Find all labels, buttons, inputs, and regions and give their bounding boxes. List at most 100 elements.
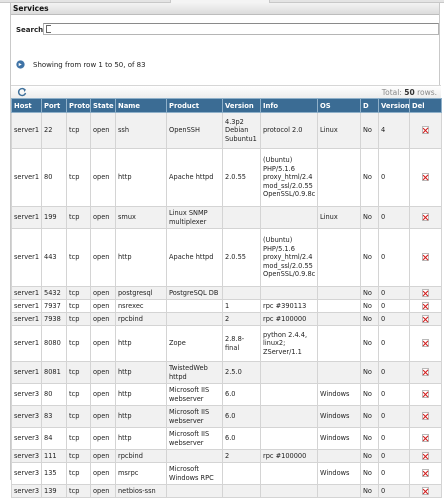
- cell-del: [409, 462, 442, 485]
- col-header-port[interactable]: Port: [41, 98, 67, 113]
- cell-version: 2: [222, 449, 261, 463]
- delete-icon[interactable]: [422, 314, 429, 323]
- total-label: Total:: [381, 88, 402, 97]
- cell-state: open: [90, 112, 116, 149]
- search-input[interactable]: [43, 23, 439, 35]
- delete-icon[interactable]: [422, 126, 429, 135]
- table-row[interactable]: server1 80 tcp open http Apache httpd 2.0.55 (U…: [11, 148, 442, 207]
- col-header-info[interactable]: Info: [260, 98, 318, 113]
- cell-del: [409, 148, 442, 207]
- table-row[interactable]: server1 5432 tcp open postgresql PostgreSQL D…: [11, 286, 442, 300]
- table-row[interactable]: server3 139 tcp open netbios-ssn No 0: [11, 484, 442, 498]
- cell-host: server3: [11, 383, 42, 406]
- table-row[interactable]: server3 84 tcp open http Microsoft IIS webser…: [11, 427, 442, 450]
- cell-port: 7937: [41, 299, 67, 313]
- delete-icon[interactable]: [422, 301, 429, 310]
- cell-os: Windows: [317, 383, 361, 406]
- cell-os: Linux: [317, 206, 361, 229]
- table-row[interactable]: server1 199 tcp open smux Linux SNMP multiple…: [11, 206, 442, 229]
- cell-del: [409, 383, 442, 406]
- table-row[interactable]: server1 7938 tcp open rpcbind 2 rpc #100000 No 0: [11, 312, 442, 326]
- cell-os: [317, 361, 361, 384]
- cell-info: (Ubuntu) PHP/5.1.6 proxy_html/2.4 mod_ss…: [260, 148, 318, 207]
- cell-del: [409, 361, 442, 384]
- cell-product: Linux SNMP multiplexer: [166, 206, 223, 229]
- col-header-version2[interactable]: Version: [378, 98, 410, 113]
- delete-icon[interactable]: [422, 412, 429, 421]
- showing-text: Showing from row 1 to 50, of 83: [33, 61, 146, 69]
- cell-d: No: [360, 462, 379, 485]
- cell-port: 22: [41, 112, 67, 149]
- table-row[interactable]: server1 7937 tcp open nsrexec 1 rpc #390113 No 0: [11, 299, 442, 313]
- cell-product: Microsoft IIS webserver: [166, 383, 223, 406]
- cell-proto: tcp: [66, 325, 91, 362]
- table-row[interactable]: server3 83 tcp open http Microsoft IIS webser…: [11, 405, 442, 428]
- cell-host: server1: [11, 325, 42, 362]
- cell-state: open: [90, 383, 116, 406]
- cell-version: [222, 286, 261, 300]
- delete-icon[interactable]: [422, 253, 429, 262]
- col-header-host[interactable]: Host: [11, 98, 42, 113]
- col-header-d[interactable]: D: [360, 98, 379, 113]
- delete-icon[interactable]: [422, 486, 429, 495]
- services-panel: Services Search Showing from row 1 to 50…: [10, 3, 442, 498]
- delete-icon[interactable]: [422, 213, 429, 222]
- cell-proto: tcp: [66, 112, 91, 149]
- text-cursor-icon: [46, 25, 51, 33]
- table-toolbar: Total: 50 rows.: [11, 85, 441, 98]
- table-row[interactable]: server1 8080 tcp open http Zope 2.8.8-final pyt…: [11, 325, 442, 362]
- cell-host: server1: [11, 312, 42, 326]
- cell-version: [222, 206, 261, 229]
- col-header-os[interactable]: OS: [317, 98, 361, 113]
- cell-d: No: [360, 405, 379, 428]
- delete-icon[interactable]: [422, 339, 429, 348]
- col-header-product[interactable]: Product: [166, 98, 223, 113]
- cell-port: 83: [41, 405, 67, 428]
- table-row[interactable]: server3 80 tcp open http Microsoft IIS webser…: [11, 383, 442, 406]
- cell-version: 2: [222, 312, 261, 326]
- table-row[interactable]: server3 135 tcp open msrpc Microsoft Windows …: [11, 462, 442, 485]
- col-header-del[interactable]: Del: [409, 98, 442, 113]
- col-header-name[interactable]: Name: [115, 98, 167, 113]
- delete-icon[interactable]: [422, 173, 429, 182]
- table-row[interactable]: server1 8081 tcp open http TwistedWeb httpd 2.…: [11, 361, 442, 384]
- cell-version: 4.3p2 Debian Subuntu1: [222, 112, 261, 149]
- cell-host: server1: [11, 286, 42, 300]
- cell-version: 2.0.55: [222, 148, 261, 207]
- cell-proto: tcp: [66, 449, 91, 463]
- table-row[interactable]: server3 111 tcp open rpcbind 2 rpc #100000 No 0: [11, 449, 442, 463]
- delete-icon[interactable]: [422, 368, 429, 377]
- cell-info: rpc #100000: [260, 449, 318, 463]
- table-row[interactable]: server1 443 tcp open http Apache httpd 2.0.55(…: [11, 228, 442, 287]
- cell-port: 111: [41, 449, 67, 463]
- cell-product: Microsoft IIS webserver: [166, 405, 223, 428]
- cell-info: [260, 361, 318, 384]
- cell-product: Microsoft Windows RPC: [166, 462, 223, 485]
- panel-title: Services: [11, 3, 439, 15]
- cell-name: msrpc: [115, 462, 167, 485]
- cell-host: server1: [11, 228, 42, 287]
- cell-state: open: [90, 325, 116, 362]
- refresh-icon[interactable]: [17, 87, 27, 97]
- delete-icon[interactable]: [422, 390, 429, 399]
- col-header-proto[interactable]: Proto: [66, 98, 91, 113]
- delete-icon[interactable]: [422, 451, 429, 460]
- col-header-state[interactable]: State: [90, 98, 116, 113]
- cell-product: Apache httpd: [166, 228, 223, 287]
- cell-host: server3: [11, 462, 42, 485]
- table-row[interactable]: server1 22 tcp open ssh OpenSSH 4.3p2 Debian S…: [11, 112, 442, 149]
- cell-version: 2.8.8-final: [222, 325, 261, 362]
- cell-del: [409, 449, 442, 463]
- cell-product: OpenSSH: [166, 112, 223, 149]
- delete-icon[interactable]: [422, 469, 429, 478]
- delete-icon[interactable]: [422, 434, 429, 443]
- cell-version2: 0: [378, 325, 410, 362]
- col-header-version[interactable]: Version: [222, 98, 261, 113]
- cell-proto: tcp: [66, 148, 91, 207]
- cell-product: [166, 449, 223, 463]
- cell-name: smux: [115, 206, 167, 229]
- cell-port: 8081: [41, 361, 67, 384]
- delete-icon[interactable]: [422, 288, 429, 297]
- cell-host: server1: [11, 148, 42, 207]
- cell-state: open: [90, 286, 116, 300]
